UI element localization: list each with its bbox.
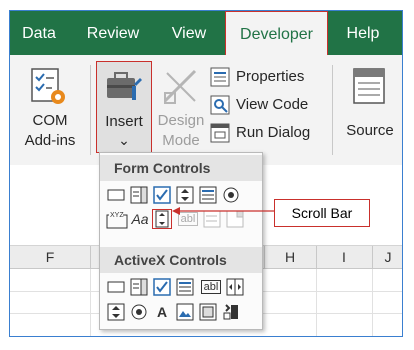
column-header-f[interactable]: F — [10, 246, 91, 268]
source-label: Source — [346, 122, 394, 139]
activex-more-controls-icon[interactable] — [221, 302, 241, 322]
form-controls-header: Form Controls — [100, 155, 262, 181]
developer-ribbon: COM Add-ins Insert ⌄ Design Mode Propert… — [10, 55, 402, 166]
column-header-i[interactable]: I — [316, 246, 373, 268]
ribbon-separator — [332, 65, 333, 155]
com-addins-icon — [31, 68, 65, 104]
view-code-label: View Code — [236, 96, 309, 113]
activex-scroll-bar-icon[interactable] — [225, 277, 245, 297]
column-header-j[interactable]: J — [372, 246, 402, 268]
activex-text-box-glyph: abl — [200, 280, 222, 294]
screenshot-frame: Data Review View Developer Help COM Add-… — [9, 10, 403, 337]
activex-checkbox-icon[interactable] — [152, 277, 172, 297]
tab-help[interactable]: Help — [340, 11, 386, 55]
design-mode-label-2: Mode — [162, 132, 200, 149]
tab-data[interactable]: Data — [16, 11, 62, 55]
activex-command-button-icon[interactable] — [106, 277, 126, 297]
label-control-icon[interactable]: Aa — [129, 209, 151, 229]
insert-controls-button[interactable]: Insert ⌄ — [96, 61, 152, 153]
tab-view[interactable]: View — [164, 11, 214, 55]
activex-image-icon[interactable] — [175, 302, 195, 322]
option-button-icon[interactable] — [221, 185, 241, 205]
xml-source-icon — [353, 68, 385, 104]
toolbox-icon — [107, 72, 142, 100]
combo-box-icon[interactable] — [129, 185, 149, 205]
spin-button-icon[interactable] — [175, 185, 195, 205]
com-addins-button[interactable]: COM Add-ins — [14, 61, 86, 153]
list-box-icon[interactable] — [198, 185, 218, 205]
activex-combo-box-icon[interactable] — [129, 277, 149, 297]
grid-line — [372, 269, 373, 336]
run-dialog-icon — [210, 123, 230, 143]
button-control-icon[interactable] — [106, 185, 126, 205]
run-dialog-label: Run Dialog — [236, 124, 311, 141]
properties-label: Properties — [236, 68, 305, 85]
chevron-down-icon: ⌄ — [118, 132, 130, 148]
activex-list-box-icon[interactable] — [175, 277, 195, 297]
ribbon-separator — [90, 65, 91, 155]
group-box-icon[interactable]: XYZ — [106, 209, 128, 229]
activex-toggle-button-icon[interactable] — [198, 302, 218, 322]
design-mode-label-1: Design — [157, 112, 205, 129]
activex-text-box-icon[interactable]: abl — [198, 277, 224, 297]
scroll-bar-icon[interactable] — [152, 209, 172, 229]
activex-label-icon[interactable]: A — [152, 302, 172, 322]
properties-icon — [210, 67, 230, 87]
grid-line — [316, 269, 317, 336]
group-box-glyph: XYZ — [110, 212, 124, 219]
insert-controls-dropdown: Form Controls XYZ Aa abl ActiveX Control… — [99, 152, 263, 330]
com-addins-label-1: COM — [32, 112, 68, 129]
source-button[interactable]: Source — [340, 61, 400, 153]
grid-line — [90, 269, 91, 336]
view-code-icon — [210, 95, 230, 115]
checkbox-control-icon[interactable] — [152, 185, 172, 205]
tab-review[interactable]: Review — [80, 11, 146, 55]
column-header-h[interactable]: H — [264, 246, 317, 268]
scroll-bar-callout: Scroll Bar — [274, 199, 370, 227]
design-mode-button[interactable]: Design Mode — [156, 61, 206, 153]
activex-option-button-icon[interactable] — [129, 302, 149, 322]
design-mode-icon — [163, 69, 197, 104]
activex-spin-button-icon[interactable] — [106, 302, 126, 322]
com-addins-label-2: Add-ins — [24, 132, 76, 149]
insert-label: Insert — [105, 113, 143, 130]
tab-developer[interactable]: Developer — [225, 11, 328, 57]
activex-controls-header: ActiveX Controls — [100, 247, 262, 273]
ribbon-tab-bar: Data Review View Developer Help — [10, 11, 402, 57]
